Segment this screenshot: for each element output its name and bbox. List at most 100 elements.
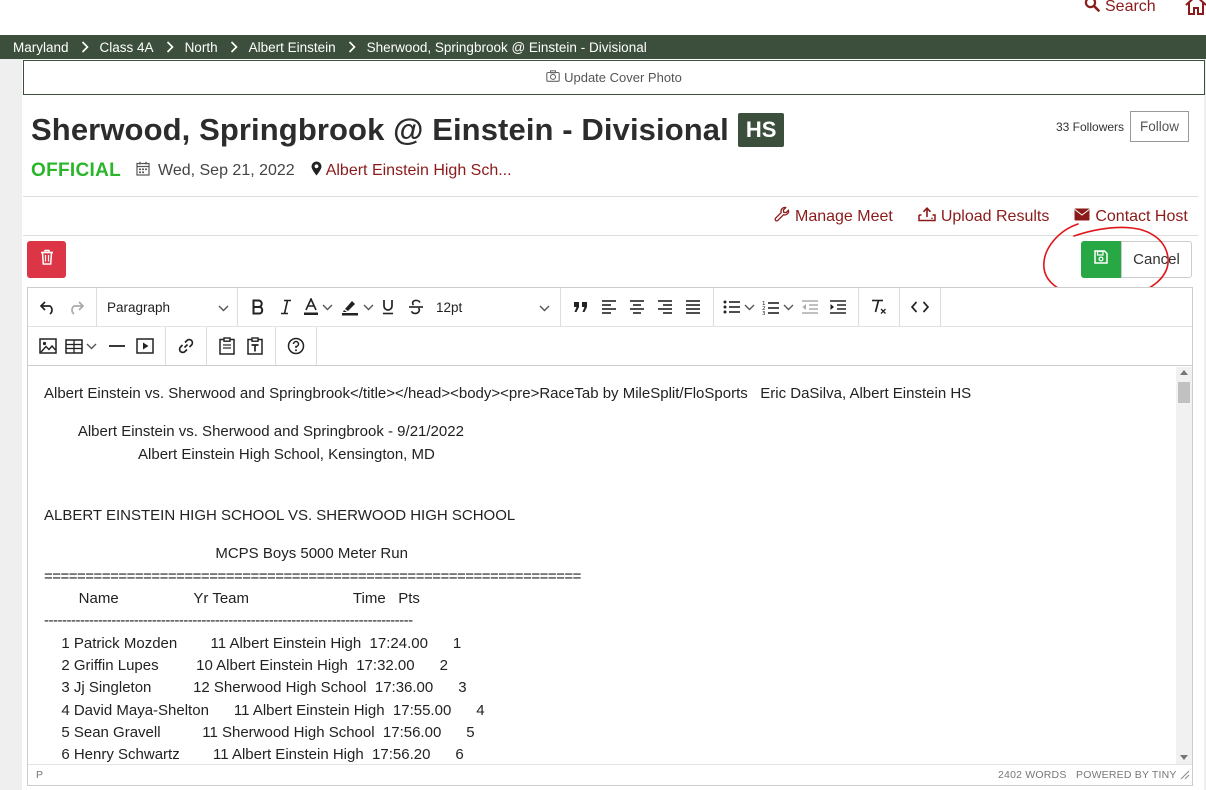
meet-actions: Manage Meet Upload Results Contact Host (774, 206, 1188, 227)
follow-button[interactable]: Follow (1130, 111, 1189, 142)
meet-location-link[interactable]: Albert Einstein High Sch... (311, 161, 512, 181)
save-button[interactable] (1081, 241, 1121, 278)
word-count[interactable]: 2402 WORDS (998, 769, 1067, 781)
code-group (900, 288, 941, 326)
list-group: 123 (714, 288, 859, 326)
highlight-icon[interactable] (337, 293, 363, 321)
content-line: 1 Patrick Mozden 11 Albert Einstein High… (53, 635, 462, 652)
meet-meta: OFFICIAL Wed, Sep 21, 2022 Albert Einste… (31, 160, 512, 182)
home-icon[interactable] (1184, 0, 1206, 21)
scroll-thumb[interactable] (1178, 382, 1190, 403)
table-icon[interactable] (62, 332, 86, 360)
element-path[interactable]: P (36, 769, 43, 781)
delete-button[interactable] (27, 241, 66, 278)
search-label: Search (1105, 0, 1156, 15)
left-gutter (0, 59, 22, 790)
block-format-select[interactable]: Paragraph (101, 293, 233, 321)
content-line: Name Yr Team Time Pts (62, 590, 420, 607)
cancel-button[interactable]: Cancel (1121, 241, 1192, 278)
clear-format-group (859, 288, 900, 326)
align-right-icon[interactable] (651, 293, 679, 321)
meet-date: Wed, Sep 21, 2022 (136, 161, 295, 181)
block-format-value: Paragraph (107, 299, 171, 315)
search-link[interactable]: Search (1084, 0, 1156, 17)
source-code-icon[interactable] (906, 293, 934, 321)
date-text: Wed, Sep 21, 2022 (158, 162, 295, 179)
manage-meet-link[interactable]: Manage Meet (774, 206, 893, 227)
upload-icon (918, 206, 936, 227)
horizontal-line-icon[interactable] (103, 332, 131, 360)
map-marker-icon (311, 161, 322, 181)
help-icon[interactable] (282, 332, 310, 360)
image-icon[interactable] (34, 332, 62, 360)
content-line: 5 Sean Gravell 11 Sherwood High School 1… (53, 724, 475, 741)
camera-icon (546, 70, 560, 85)
blockquote-icon[interactable] (567, 293, 595, 321)
cover-label: Update Cover Photo (564, 70, 682, 85)
rich-text-editor: Paragraph 12pt 1 2 3 Albert Einstein vs.… (27, 287, 1193, 786)
divider (23, 235, 1198, 236)
breadcrumb-item-class[interactable]: Class 4A (100, 40, 154, 55)
numbered-list-icon[interactable]: 123 (759, 293, 783, 321)
contact-host-label: Contact Host (1095, 207, 1188, 225)
undo-icon[interactable] (34, 293, 62, 321)
content-line: 4 David Maya-Shelton 11 Albert Einstein … (53, 702, 485, 719)
chevron-right-icon (230, 41, 238, 53)
link-icon[interactable] (172, 332, 200, 360)
breadcrumb-item-region[interactable]: North (185, 40, 218, 55)
paste-icon[interactable] (213, 332, 241, 360)
bullet-list-icon[interactable] (720, 293, 744, 321)
align-group (561, 288, 714, 326)
indent-icon[interactable] (824, 293, 852, 321)
editor-statusbar: P 2402 WORDS POWERED BY TINY (28, 764, 1192, 785)
editor-content[interactable]: Albert Einstein vs. Sherwood and Springb… (28, 367, 1176, 764)
bold-icon[interactable] (244, 293, 272, 321)
outdent-icon[interactable] (796, 293, 824, 321)
editor-toolbar-row-2 (28, 327, 1192, 366)
scroll-up-arrow-icon[interactable] (1180, 370, 1188, 375)
insert-group (28, 327, 166, 365)
contact-host-link[interactable]: Contact Host (1074, 207, 1188, 226)
text-format-group: 12pt (238, 288, 561, 326)
chevron-down-icon[interactable] (363, 298, 374, 316)
update-cover-photo-button[interactable]: Update Cover Photo (23, 60, 1205, 95)
text-color-icon[interactable] (300, 293, 322, 321)
chevron-right-icon (166, 41, 174, 53)
powered-by-link[interactable]: POWERED BY TINY (1076, 769, 1177, 781)
upload-results-label: Upload Results (940, 207, 1050, 225)
chevron-down-icon[interactable] (86, 337, 97, 355)
editor-scrollbar[interactable] (1176, 367, 1192, 764)
font-size-select[interactable]: 12pt (430, 293, 554, 321)
breadcrumb-item-state[interactable]: Maryland (13, 40, 69, 55)
trash-icon (40, 249, 54, 270)
content-line: ========================================… (44, 568, 581, 585)
align-center-icon[interactable] (623, 293, 651, 321)
breadcrumb-item-meet: Sherwood, Springbrook @ Einstein - Divis… (366, 39, 647, 55)
chevron-down-icon[interactable] (744, 298, 755, 316)
calendar-icon (136, 161, 150, 181)
underline-icon[interactable] (374, 293, 402, 321)
followers-count: 33 Followers (1056, 120, 1125, 134)
chevron-down-icon[interactable] (322, 298, 333, 316)
breadcrumb-item-school[interactable]: Albert Einstein (249, 40, 336, 55)
upload-results-link[interactable]: Upload Results (918, 206, 1050, 227)
content-line: Albert Einstein High School, Kensington,… (93, 446, 435, 463)
align-left-icon[interactable] (595, 293, 623, 321)
resize-handle-icon[interactable] (1180, 770, 1190, 783)
strikethrough-icon[interactable] (402, 293, 430, 321)
clear-formatting-icon[interactable] (865, 293, 893, 321)
italic-icon[interactable] (272, 293, 300, 321)
align-justify-icon[interactable] (679, 293, 707, 321)
chevron-down-icon[interactable] (783, 298, 794, 316)
paste-text-icon[interactable] (241, 332, 269, 360)
content-line: 2 Griffin Lupes 10 Albert Einstein High … (53, 657, 448, 674)
redo-icon[interactable] (62, 293, 90, 321)
paste-group (207, 327, 276, 365)
media-icon[interactable] (131, 332, 159, 360)
scroll-down-arrow-icon[interactable] (1180, 755, 1188, 760)
content-line: 6 Henry Schwartz 11 Albert Einstein High… (53, 746, 464, 763)
page-title: Sherwood, Springbrook @ Einstein - Divis… (31, 112, 729, 147)
save-icon (1094, 250, 1108, 269)
meet-header: Sherwood, Springbrook @ Einstein - Divis… (31, 112, 785, 148)
content-line: 3 Jj Singleton 12 Sherwood High School 1… (53, 679, 467, 696)
